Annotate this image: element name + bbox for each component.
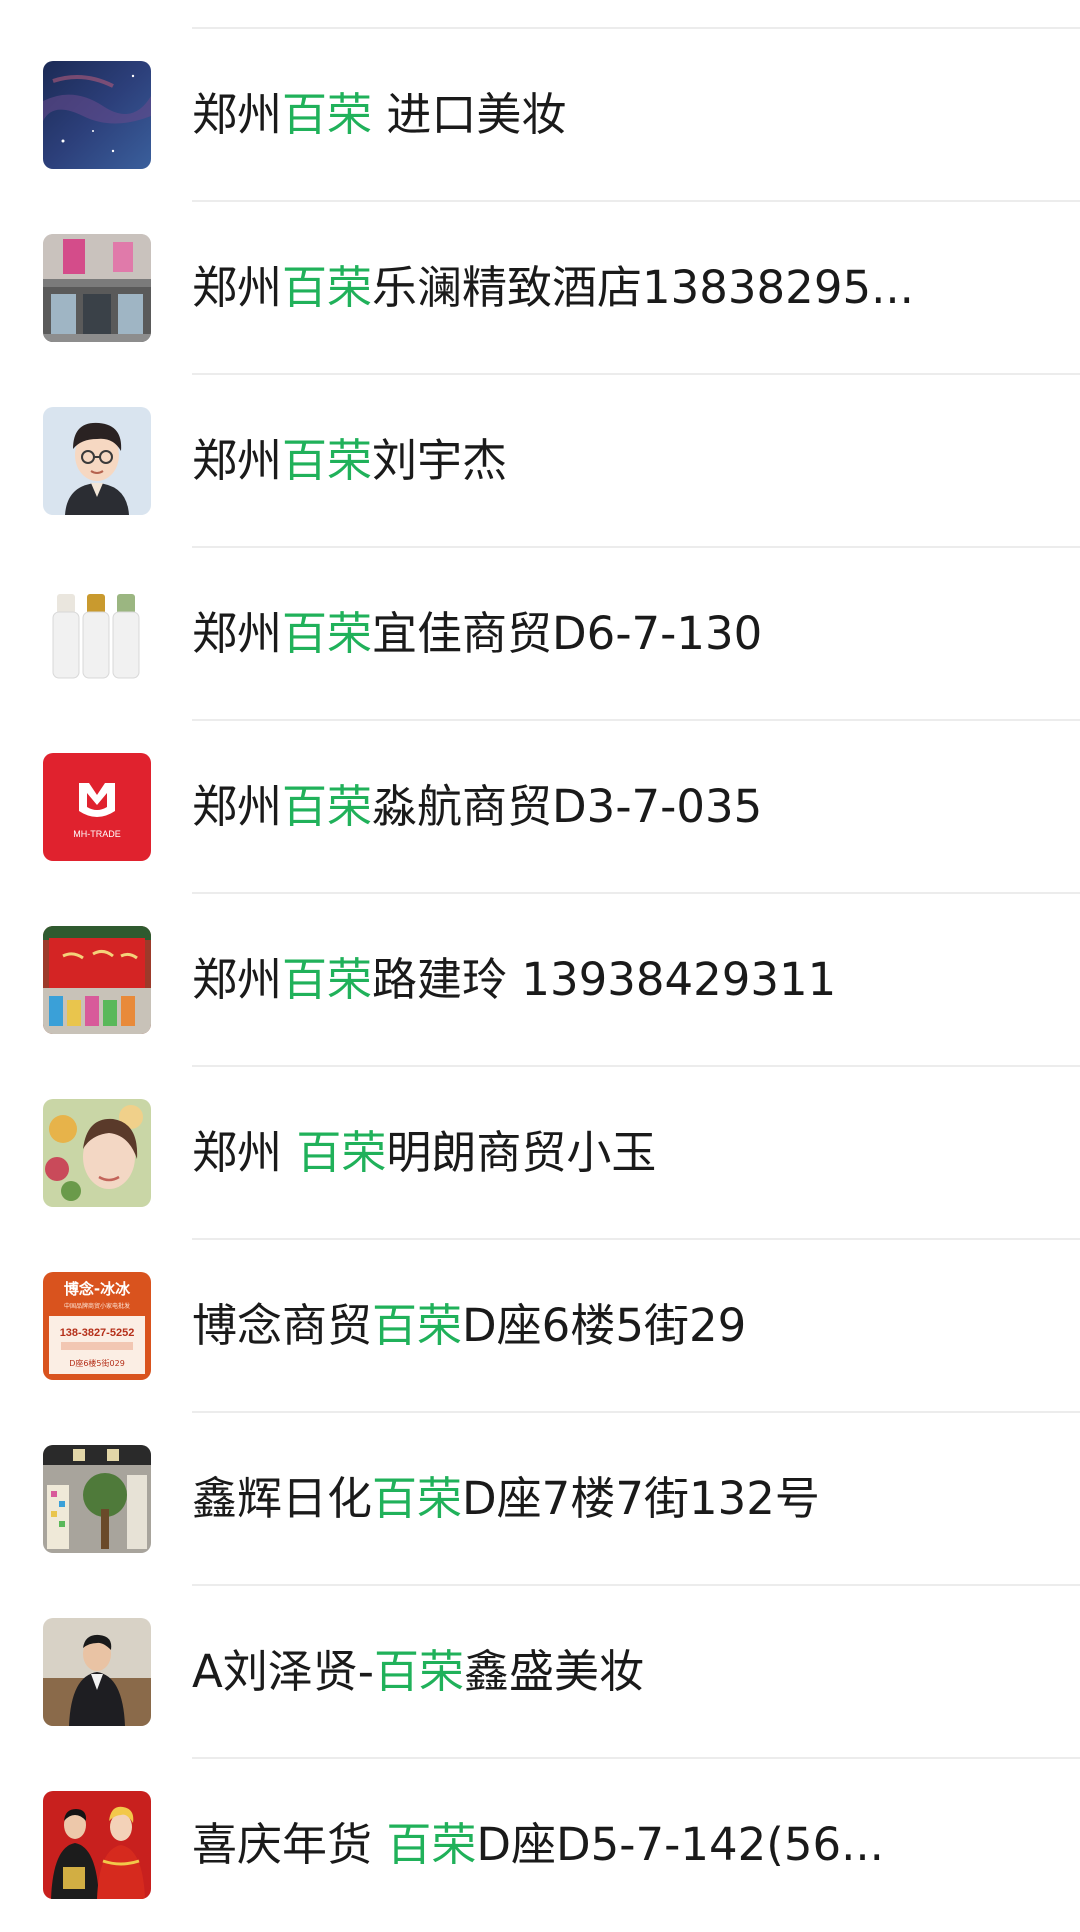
name-prefix: 郑州 <box>192 261 283 314</box>
name-suffix: 进口美妆 <box>372 88 567 141</box>
name-highlight: 百荣 <box>374 1645 465 1698</box>
contact-name: 郑州百荣宜佳商贸D6-7-130 <box>192 601 762 667</box>
name-suffix: 淼航商贸D3-7-035 <box>372 780 763 833</box>
name-prefix: 郑州 <box>192 780 283 833</box>
contact-name: 鑫辉日化百荣D座7楼7街132号 <box>192 1466 820 1532</box>
contact-name: A刘泽贤-百荣鑫盛美妆 <box>192 1639 644 1705</box>
woman-flowers-avatar <box>43 1099 151 1207</box>
bonian-phone-text: 138-3827-5252 <box>60 1327 135 1339</box>
bonian-address-text: D座6楼5街029 <box>69 1358 125 1368</box>
contact-name: 喜庆年货 百荣D座D5-7-142(56... <box>192 1812 884 1878</box>
contact-name: 郑州百荣 进口美妆 <box>192 82 566 148</box>
contact-name: 郑州百荣乐澜精致酒店13838295... <box>192 255 914 321</box>
contact-name: 郑州百荣路建玲 13938429311 <box>192 947 836 1013</box>
name-prefix: 郑州 <box>192 88 283 141</box>
name-highlight: 百荣 <box>372 1299 463 1352</box>
mh-trade-logo-avatar: MH-TRADE <box>43 753 151 861</box>
name-suffix: D座6楼5街29 <box>462 1299 747 1352</box>
name-highlight: 百荣 <box>282 88 373 141</box>
bonian-title-text: 博念-冰冰 <box>64 1280 131 1298</box>
mh-logo-text: MH-TRADE <box>73 829 121 839</box>
list-item[interactable]: A刘泽贤-百荣鑫盛美妆 <box>0 1586 1080 1759</box>
wedding-couple-avatar <box>43 1791 151 1899</box>
name-highlight: 百荣 <box>282 434 373 487</box>
name-suffix: 刘宇杰 <box>372 434 508 487</box>
cartoon-boy-avatar <box>43 407 151 515</box>
name-prefix: 鑫辉日化 <box>192 1472 373 1525</box>
name-suffix: 明朗商贸小玉 <box>386 1126 657 1179</box>
contact-name: 博念商贸百荣D座6楼5街29 <box>192 1293 746 1359</box>
name-highlight: 百荣 <box>296 1126 387 1179</box>
red-banner-shop-avatar <box>43 926 151 1034</box>
search-result-list: 郑州百荣 进口美妆 郑州百荣乐澜精致酒店13838295... 郑州百荣刘宇杰 … <box>0 0 1080 1917</box>
list-item[interactable]: 郑州 百荣明朗商贸小玉 <box>0 1067 1080 1240</box>
name-highlight: 百荣 <box>282 953 373 1006</box>
bonian-subtitle-text: 中国品牌商贸小家电批发 <box>64 1302 130 1310</box>
list-item[interactable]: 郑州百荣 进口美妆 <box>0 29 1080 202</box>
name-suffix: 乐澜精致酒店13838295... <box>372 261 914 314</box>
name-suffix: 宜佳商贸D6-7-130 <box>372 607 763 660</box>
name-suffix: 路建玲 13938429311 <box>372 953 837 1006</box>
list-item[interactable]: MH-TRADE 郑州百荣淼航商贸D3-7-035 <box>0 721 1080 894</box>
bonian-business-card-avatar: 博念-冰冰 中国品牌商贸小家电批发 138-3827-5252 D座6楼5街02… <box>43 1272 151 1380</box>
list-item[interactable]: 博念-冰冰 中国品牌商贸小家电批发 138-3827-5252 D座6楼5街02… <box>0 1240 1080 1413</box>
name-suffix: 鑫盛美妆 <box>464 1645 645 1698</box>
name-prefix: A刘泽贤- <box>192 1645 375 1698</box>
name-highlight: 百荣 <box>282 261 373 314</box>
list-item[interactable]: 郑州百荣宜佳商贸D6-7-130 <box>0 548 1080 721</box>
name-prefix: 郑州 <box>192 607 283 660</box>
list-item[interactable]: 郑州百荣刘宇杰 <box>0 375 1080 548</box>
shop-display-avatar <box>43 1445 151 1553</box>
list-item[interactable]: 郑州百荣路建玲 13938429311 <box>0 894 1080 1067</box>
hotel-storefront-avatar <box>43 234 151 342</box>
name-suffix: D座7楼7街132号 <box>462 1472 820 1525</box>
contact-name: 郑州百荣淼航商贸D3-7-035 <box>192 774 762 840</box>
list-item[interactable]: 郑州百荣乐澜精致酒店13838295... <box>0 202 1080 375</box>
name-highlight: 百荣 <box>386 1818 477 1871</box>
name-prefix: 博念商贸 <box>192 1299 373 1352</box>
contact-name: 郑州百荣刘宇杰 <box>192 428 507 494</box>
name-highlight: 百荣 <box>282 607 373 660</box>
name-prefix: 郑州 <box>192 434 283 487</box>
spray-bottles-avatar <box>43 580 151 688</box>
name-suffix: D座D5-7-142(56... <box>476 1818 884 1871</box>
contact-name: 郑州 百荣明朗商贸小玉 <box>192 1120 656 1186</box>
name-prefix: 郑州 <box>192 1126 297 1179</box>
man-in-suit-avatar <box>43 1618 151 1726</box>
name-highlight: 百荣 <box>282 780 373 833</box>
name-prefix: 郑州 <box>192 953 283 1006</box>
list-item[interactable]: 喜庆年货 百荣D座D5-7-142(56... <box>0 1759 1080 1932</box>
name-highlight: 百荣 <box>372 1472 463 1525</box>
name-prefix: 喜庆年货 <box>192 1818 387 1871</box>
night-sky-avatar <box>43 61 151 169</box>
list-item[interactable]: 鑫辉日化百荣D座7楼7街132号 <box>0 1413 1080 1586</box>
